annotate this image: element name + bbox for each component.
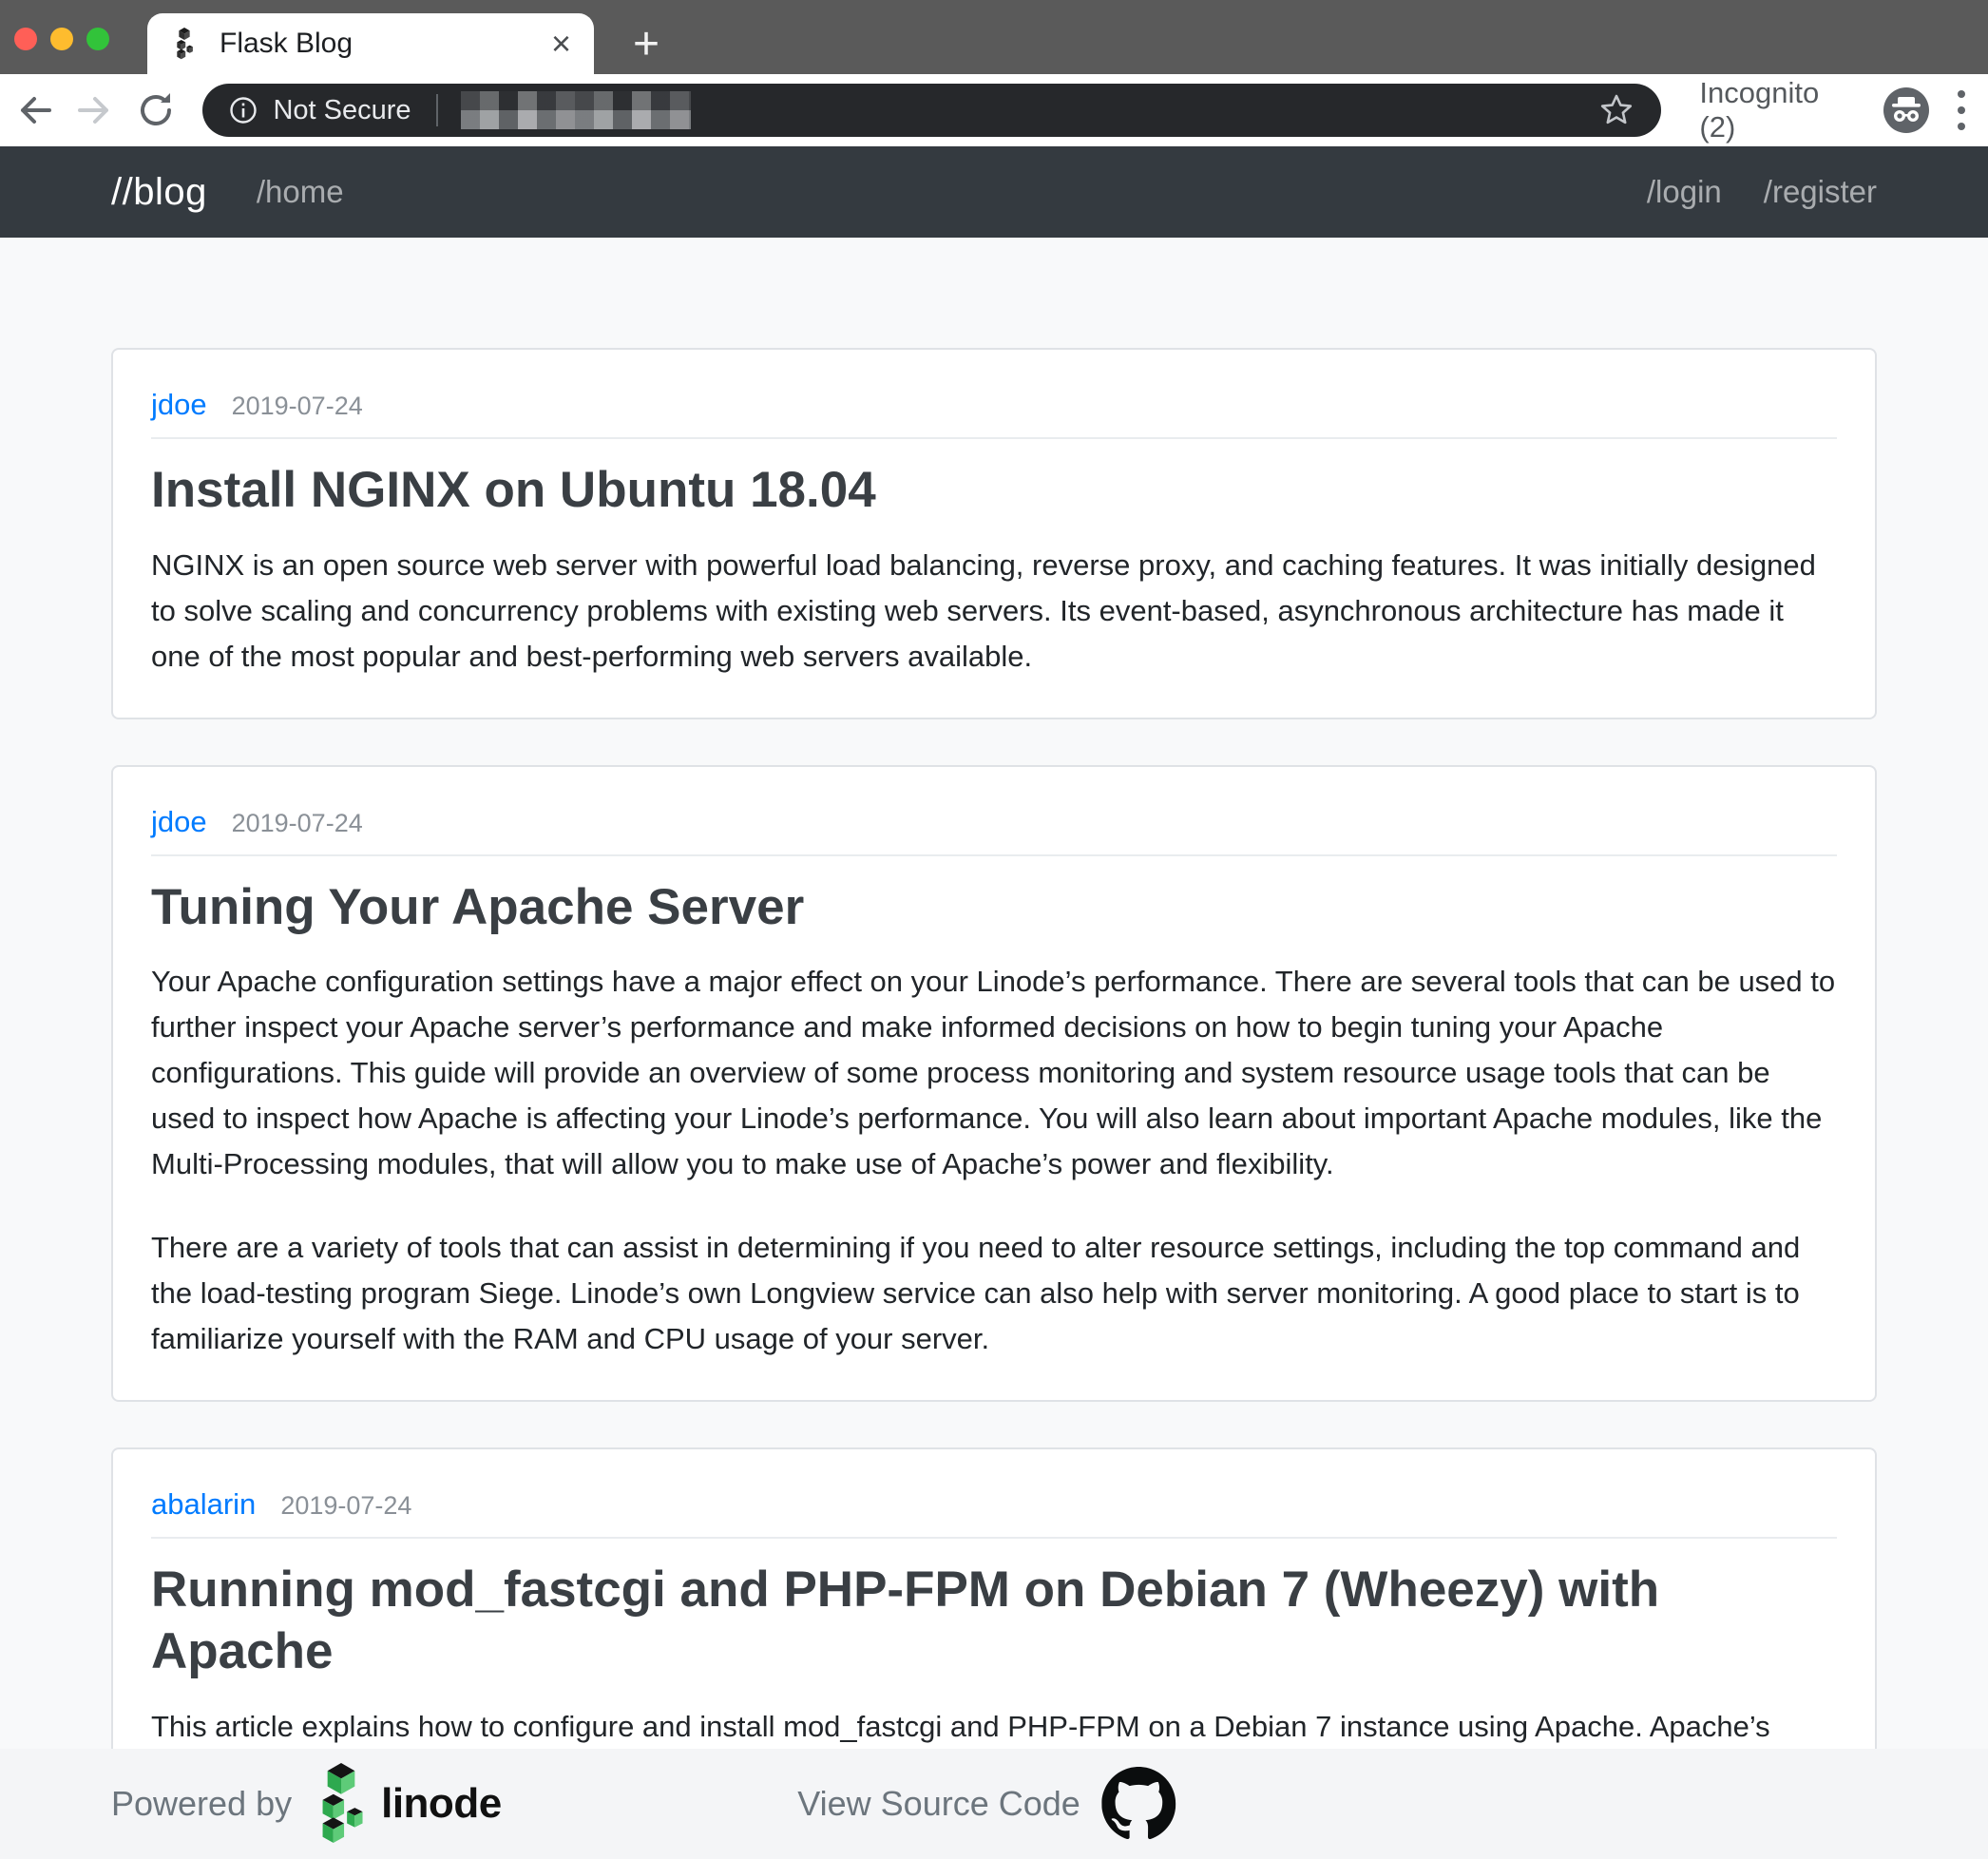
post-paragraphs: Your Apache configuration settings have … [151, 959, 1837, 1362]
nav-link-register[interactable]: /register [1764, 174, 1877, 210]
post-title: Running mod_fastcgi and PHP-FPM on Debia… [151, 1560, 1837, 1682]
nav-link-login[interactable]: /login [1647, 174, 1722, 210]
info-icon[interactable] [229, 96, 258, 125]
post-date: 2019-07-24 [232, 809, 363, 838]
navbar-brand[interactable]: //blog [111, 171, 207, 214]
redacted-url [461, 91, 691, 129]
reload-icon [135, 89, 177, 131]
view-source-label: View Source Code [797, 1784, 1080, 1824]
post-list: jdoe 2019-07-24 Install NGINX on Ubuntu … [0, 238, 1988, 1835]
address-bar[interactable]: Not Secure [202, 84, 1661, 137]
close-window-button[interactable] [14, 28, 37, 50]
post-date: 2019-07-24 [232, 392, 363, 421]
post-card: jdoe 2019-07-24 Tuning Your Apache Serve… [111, 765, 1877, 1403]
meta-divider [151, 1537, 1837, 1539]
incognito-label: Incognito (2) [1699, 76, 1863, 144]
nav-link-home[interactable]: /home [257, 174, 344, 210]
author-link[interactable]: abalarin [151, 1487, 256, 1522]
post-paragraph: There are a variety of tools that can as… [151, 1225, 1837, 1362]
linode-favicon-icon [170, 28, 199, 60]
tab-close-button[interactable]: × [551, 27, 571, 61]
back-arrow-icon [13, 89, 55, 131]
back-button[interactable] [8, 84, 61, 137]
post-meta: jdoe 2019-07-24 [151, 805, 1837, 839]
post-meta: jdoe 2019-07-24 [151, 388, 1837, 422]
omnibox-separator [436, 94, 438, 126]
post-date: 2019-07-24 [280, 1491, 411, 1521]
post-paragraph: NGINX is an open source web server with … [151, 543, 1837, 680]
post-paragraphs: NGINX is an open source web server with … [151, 543, 1837, 680]
incognito-badge-icon [1883, 87, 1929, 133]
tab-title: Flask Blog [220, 28, 551, 60]
minimize-window-button[interactable] [50, 28, 73, 50]
linode-logo-icon [311, 1763, 372, 1845]
post-meta: abalarin 2019-07-24 [151, 1487, 1837, 1522]
bookmark-star-icon[interactable] [1598, 92, 1634, 128]
browser-window: Flask Blog × + [0, 0, 1988, 1859]
forward-button[interactable] [68, 84, 122, 137]
browser-tab[interactable]: Flask Blog × [147, 13, 594, 74]
browser-menu-button[interactable] [1958, 90, 1965, 130]
linode-wordmark: linode [381, 1780, 502, 1828]
footer: Powered by linode [0, 1749, 1988, 1859]
post-card: jdoe 2019-07-24 Install NGINX on Ubuntu … [111, 348, 1877, 719]
maximize-window-button[interactable] [86, 28, 109, 50]
tab-strip: Flask Blog × + [0, 0, 1988, 74]
powered-by-label: Powered by [111, 1784, 292, 1824]
meta-divider [151, 437, 1837, 439]
github-icon [1101, 1767, 1176, 1841]
post-title: Install NGINX on Ubuntu 18.04 [151, 460, 1837, 522]
not-secure-label: Not Secure [273, 95, 411, 126]
meta-divider [151, 854, 1837, 856]
linode-link[interactable]: linode [311, 1763, 502, 1845]
post-paragraph: Your Apache configuration settings have … [151, 959, 1837, 1187]
site-navbar: //blog /home /login /register [0, 146, 1988, 238]
new-tab-button[interactable]: + [616, 13, 677, 74]
post-title: Tuning Your Apache Server [151, 877, 1837, 939]
view-source-link[interactable]: View Source Code [797, 1767, 1176, 1841]
window-controls [14, 28, 109, 50]
browser-toolbar: Not Secure Incognito (2) [0, 74, 1988, 146]
author-link[interactable]: jdoe [151, 805, 207, 839]
forward-arrow-icon [74, 89, 116, 131]
author-link[interactable]: jdoe [151, 388, 207, 422]
reload-button[interactable] [129, 84, 182, 137]
